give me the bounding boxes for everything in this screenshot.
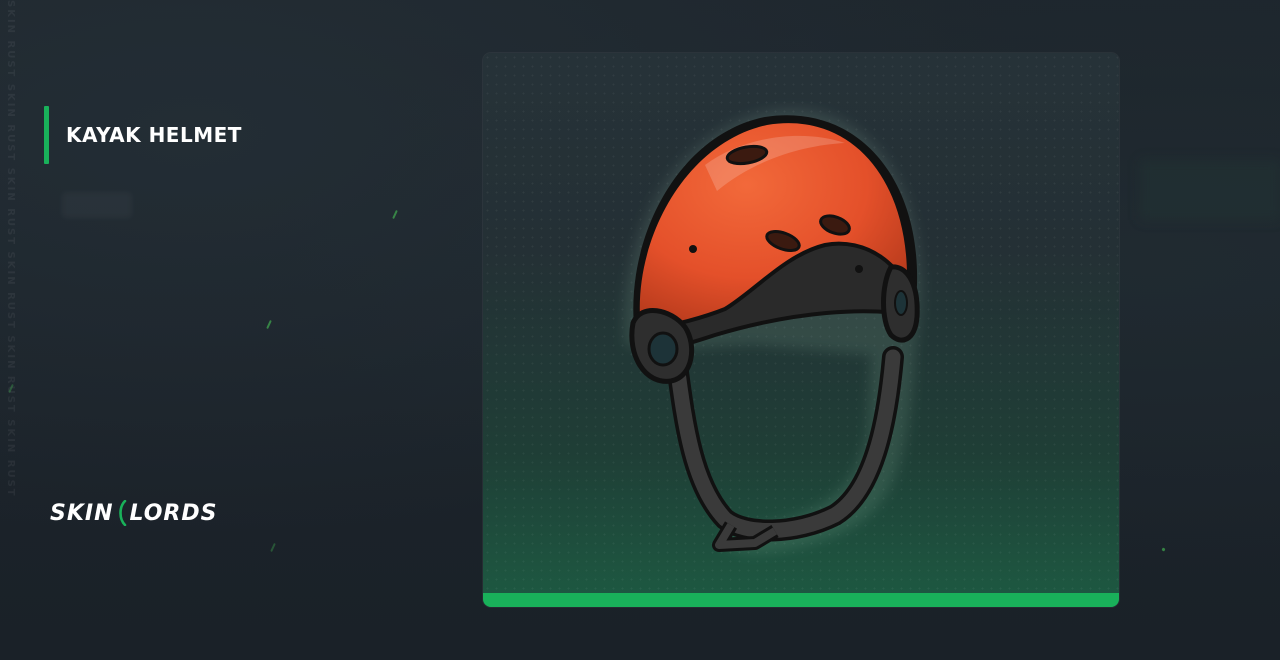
card-accent-bar: [483, 593, 1119, 607]
logo-text-right: LORDS: [129, 500, 218, 526]
side-watermark: SKIN RUST SKIN RUST SKIN RUST SKIN RUST …: [5, 0, 16, 498]
background-ghost-chip: [62, 192, 132, 218]
item-title: KAYAK HELMET: [66, 123, 242, 147]
slash-logo-icon: [118, 500, 126, 526]
title-accent-bar: [44, 106, 49, 164]
skinlords-logo: SKIN LORDS: [50, 500, 217, 526]
item-card: [483, 53, 1119, 607]
logo-text-left: SKIN: [50, 500, 114, 526]
background-ghost-panel: [1140, 160, 1280, 220]
item-title-block: KAYAK HELMET: [44, 106, 242, 164]
kayak-helmet-icon: [624, 108, 922, 554]
